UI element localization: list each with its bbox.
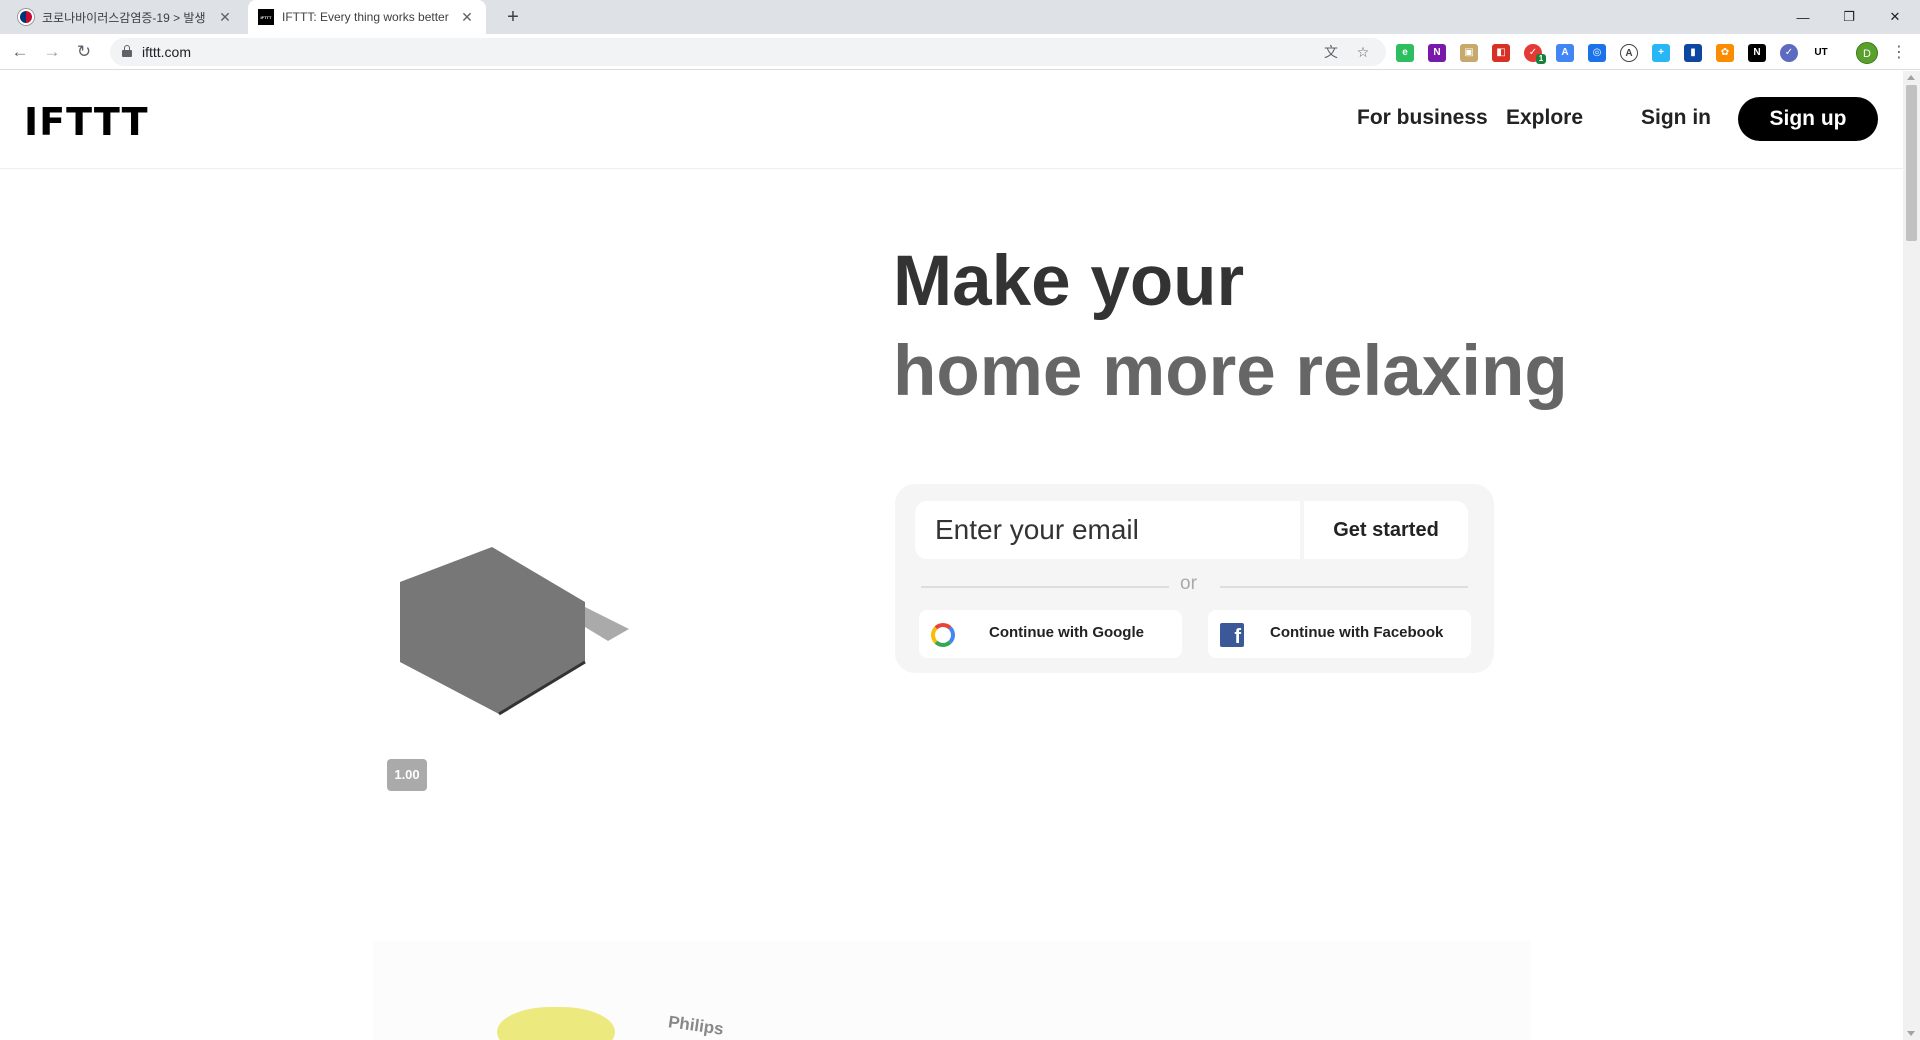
ut-extension-icon[interactable]: UT: [1812, 44, 1830, 62]
scroll-down-arrow[interactable]: [1907, 1031, 1915, 1036]
divider-left: [921, 586, 1169, 588]
site-header: IFTTT For business Explore Sign in Sign …: [0, 71, 1903, 169]
facebook-signin-label: Continue with Facebook: [1270, 624, 1444, 641]
scroll-thumb[interactable]: [1906, 85, 1917, 241]
ifttt-favicon-icon: IFTTT: [258, 9, 274, 25]
check-extension-icon[interactable]: ✓: [1780, 44, 1798, 62]
google-signin-label: Continue with Google: [989, 624, 1144, 641]
browser-tabstrip: 코로나바이러스감염증-19 > 발생 ✕ IFTTT IFTTT: Every …: [0, 0, 1920, 34]
tab-ifttt[interactable]: IFTTT IFTTT: Every thing works better ✕: [248, 0, 486, 34]
extension-badge: 1: [1536, 54, 1546, 64]
translate-icon[interactable]: 文: [1322, 43, 1340, 61]
tab-title: IFTTT: Every thing works better: [282, 10, 449, 24]
image-extension-icon[interactable]: ▣: [1460, 44, 1478, 62]
bookmark-star-icon[interactable]: ☆: [1354, 43, 1372, 61]
page-viewport: IFTTT For business Explore Sign in Sign …: [0, 71, 1903, 1040]
ifttt-logo[interactable]: IFTTT: [24, 100, 149, 144]
translate-extension-icon[interactable]: A: [1556, 44, 1574, 62]
font-extension-icon[interactable]: A: [1620, 44, 1638, 62]
or-separator: or: [1180, 573, 1197, 594]
bookmark-extension-icon[interactable]: ▮: [1684, 44, 1702, 62]
close-window-button[interactable]: ✕: [1872, 0, 1918, 34]
explore-link[interactable]: Explore: [1506, 106, 1583, 130]
zoom-badge: 1.00: [387, 759, 427, 791]
url-text: ifttt.com: [142, 44, 192, 60]
new-tab-button[interactable]: +: [500, 4, 526, 30]
browser-menu-icon[interactable]: ⋮: [1890, 42, 1908, 64]
facebook-signin-button[interactable]: f Continue with Facebook: [1208, 610, 1471, 658]
google-icon: [931, 623, 955, 647]
forward-button[interactable]: →: [40, 40, 64, 64]
profile-avatar[interactable]: D: [1856, 42, 1878, 64]
puzzle-extension-icon[interactable]: ✿: [1716, 44, 1734, 62]
lock-icon: [122, 45, 132, 57]
plus-extension-icon[interactable]: +: [1652, 44, 1670, 62]
get-started-button[interactable]: Get started: [1304, 501, 1468, 559]
minimize-button[interactable]: —: [1780, 0, 1826, 34]
restore-button[interactable]: ❐: [1826, 0, 1872, 34]
evernote-extension-icon[interactable]: e: [1396, 44, 1414, 62]
onenote-extension-icon[interactable]: N: [1428, 44, 1446, 62]
tab-corona[interactable]: 코로나바이러스감염증-19 > 발생 ✕: [8, 0, 244, 34]
signup-card: Get started or Continue with Google f Co…: [895, 484, 1494, 673]
address-bar[interactable]: ifttt.com 文 ☆: [110, 38, 1386, 66]
notion-extension-icon[interactable]: N: [1748, 44, 1766, 62]
scroll-up-arrow[interactable]: [1907, 75, 1915, 80]
hexagon-illustration: [398, 547, 630, 717]
reader-extension-icon[interactable]: ◎: [1588, 44, 1606, 62]
browser-toolbar: ← → ↻ ifttt.com 文 ☆ e N ▣ ◧ ✓ 1 A ◎ A + …: [0, 34, 1920, 70]
close-tab-icon[interactable]: ✕: [216, 9, 234, 26]
divider-right: [1220, 586, 1468, 588]
reload-button[interactable]: ↻: [72, 40, 96, 64]
hero-headline: Make your home more relaxing: [893, 237, 1568, 417]
korea-flag-icon: [18, 9, 34, 25]
facebook-icon: f: [1220, 623, 1244, 647]
hero-line-2: home more relaxing: [893, 332, 1568, 411]
page-scrollbar[interactable]: [1903, 71, 1920, 1040]
back-button[interactable]: ←: [8, 40, 32, 64]
tab-title: 코로나바이러스감염증-19 > 발생: [42, 10, 206, 25]
sign-in-link[interactable]: Sign in: [1641, 106, 1711, 130]
for-business-link[interactable]: For business: [1357, 106, 1488, 130]
screenshot-extension-icon[interactable]: ◧: [1492, 44, 1510, 62]
email-input[interactable]: [915, 501, 1300, 559]
sign-up-button[interactable]: Sign up: [1738, 97, 1878, 141]
hero-line-1: Make your: [893, 242, 1245, 321]
close-tab-icon[interactable]: ✕: [458, 9, 476, 26]
google-signin-button[interactable]: Continue with Google: [919, 610, 1182, 658]
